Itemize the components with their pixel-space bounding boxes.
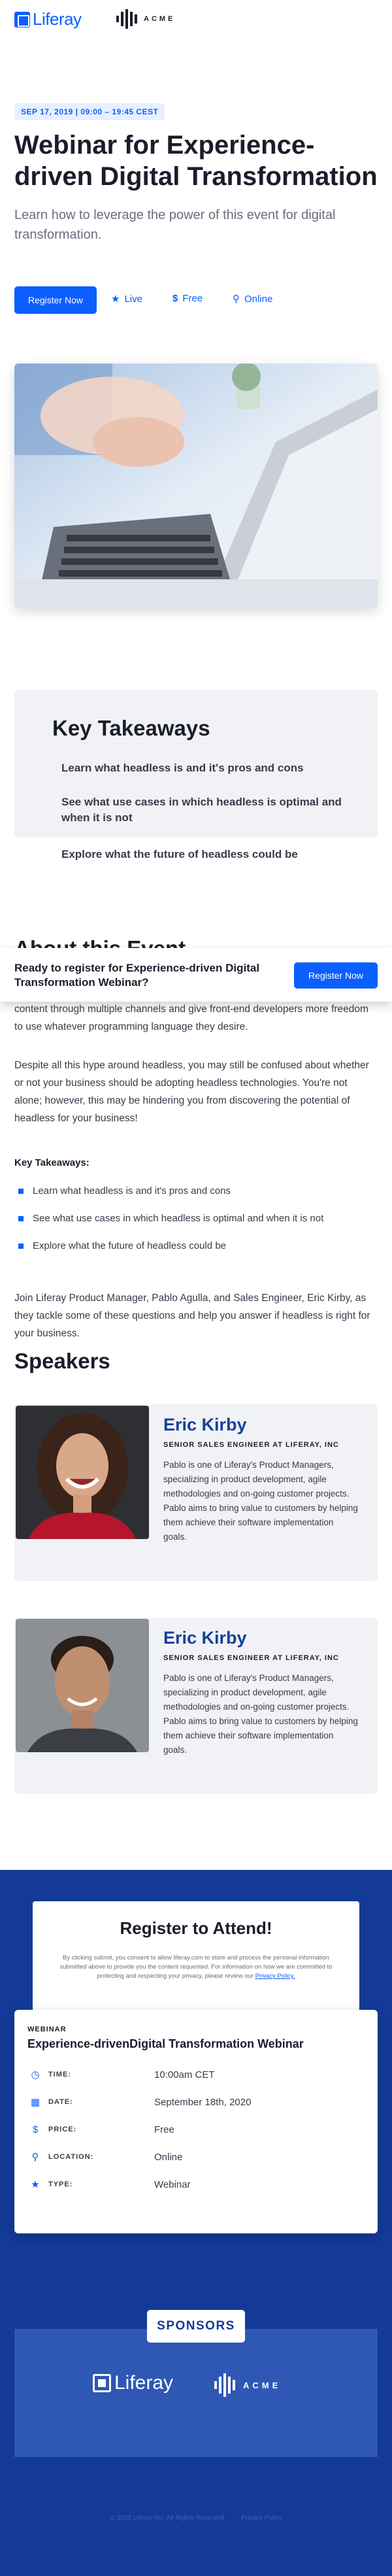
location-pin-icon: ⚲ [233, 294, 240, 305]
meta-free: $ Free [172, 293, 203, 304]
liferay-logo-mark-icon [14, 11, 30, 27]
meta-live: ★ Live [111, 293, 142, 305]
takeaway-item: See what use cases in which headless is … [61, 796, 342, 824]
list-item-text: Learn what headless is and it's pros and… [33, 1185, 231, 1196]
list-item-text: See what use cases in which headless is … [33, 1213, 324, 1224]
speaker-bio: Pablo is one of Liferay's Product Manage… [163, 1460, 358, 1542]
acme-logo[interactable]: ACME [116, 9, 175, 29]
liferay-logo[interactable]: Liferay [14, 9, 82, 29]
info-key: TYPE: [48, 2180, 73, 2188]
laptop-photo-illustration [14, 364, 378, 608]
acme-logo-text: ACME [144, 15, 176, 23]
sponsor-liferay-logo[interactable]: Liferay [93, 2372, 173, 2394]
speaker-role: SENIOR SALES ENGINEER AT LIFERAY, INC [163, 1654, 339, 1662]
list-item: See what use cases in which headless is … [18, 1213, 323, 1224]
sticky-register-question: Ready to register for Experience-driven … [14, 962, 260, 989]
info-key: PRICE: [48, 2126, 77, 2133]
hero-title: Webinar for Experience-driven Digital Tr… [14, 131, 378, 191]
list-item: Learn what headless is and it's pros and… [18, 1185, 231, 1196]
hero-subtitle: Learn how to leverage the power of this … [14, 208, 336, 242]
sponsors-title: SPONSORS [147, 2310, 245, 2343]
acme-bars-icon [214, 2373, 235, 2397]
footer: © 2020 Liferay Inc. All Rights Reserved … [0, 2515, 392, 2522]
about-paragraph: Despite all this hype around headless, y… [14, 1060, 369, 1124]
sticky-register-bar: Ready to register for Experience-driven … [0, 948, 392, 1002]
speaker-bio: Pablo is one of Liferay's Product Manage… [163, 1673, 358, 1755]
speaker-name[interactable]: Eric Kirby [163, 1628, 247, 1648]
list-item-text: Explore what the future of headless coul… [33, 1240, 227, 1251]
register-card: Register to Attend! By clicking submit, … [33, 1901, 359, 2011]
speaker-role: SENIOR SALES ENGINEER AT LIFERAY, INC [163, 1441, 339, 1449]
key-takeaways-panel: Key Takeaways Learn what headless is and… [14, 690, 378, 860]
bullet-square-icon [18, 1188, 24, 1194]
webinar-info-card: WEBINAR Experience-drivenDigital Transfo… [14, 2010, 378, 2233]
meta-online-label: Online [244, 293, 273, 305]
speaker-photo [16, 1619, 149, 1752]
liferay-logo-text: Liferay [33, 9, 82, 29]
footer-copyright: © 2020 Liferay Inc. All Rights Reserved [110, 2515, 224, 2522]
privacy-policy-link[interactable]: Privacy Policy. [255, 1973, 295, 1980]
webinar-title: Experience-drivenDigital Transformation … [27, 2037, 304, 2050]
meta-online: ⚲ Online [233, 293, 272, 305]
meta-free-label: Free [182, 293, 203, 304]
key-takeaways-title: Key Takeaways [52, 716, 210, 740]
info-key: DATE: [48, 2098, 73, 2106]
speaker-photo [16, 1406, 149, 1539]
speakers-title: Speakers [14, 1349, 110, 1373]
sticky-register-button[interactable]: Register Now [294, 962, 378, 989]
liferay-logo-mark-icon [93, 2374, 111, 2392]
list-item: Explore what the future of headless coul… [18, 1240, 226, 1251]
event-date-badge: SEP 17, 2019 | 09:00 – 19:45 CEST [14, 103, 165, 120]
info-value: 10:00am CET [154, 2069, 215, 2080]
webinar-label: WEBINAR [27, 2025, 67, 2033]
sponsors-panel [14, 2329, 378, 2457]
key-takeaways-label: Key Takeaways: [14, 1157, 90, 1168]
avatar [16, 1619, 149, 1752]
location-pin-icon: ⚲ [31, 2152, 39, 2163]
register-title: Register to Attend! [120, 1918, 272, 1938]
consent-text: By clicking submit, you consent to allow… [50, 1954, 342, 1981]
dollar-icon: $ [172, 293, 178, 304]
takeaway-item: Learn what headless is and it's pros and… [61, 762, 304, 774]
calendar-icon: ▦ [30, 2097, 41, 2108]
takeaway-item: Explore what the future of headless coul… [61, 848, 298, 860]
info-row-date: ▦ DATE: September 18th, 2020 [27, 2088, 365, 2116]
info-row-type: ★ TYPE: Webinar [27, 2171, 365, 2198]
clock-icon: ◷ [31, 2069, 40, 2080]
speaker-card: Eric Kirby SENIOR SALES ENGINEER AT LIFE… [14, 1404, 378, 1581]
footer-privacy-link[interactable]: Privacy Policy [241, 2515, 282, 2522]
about-paragraph: Join Liferay Product Manager, Pablo Agul… [14, 1293, 370, 1339]
info-value: Online [154, 2151, 183, 2163]
dollar-icon: $ [32, 2124, 39, 2135]
avatar [16, 1406, 149, 1539]
info-key: TIME: [48, 2071, 71, 2078]
sponsor-acme-text: ACME [243, 2380, 282, 2390]
meta-live-label: Live [124, 293, 142, 305]
info-value: Webinar [154, 2178, 191, 2190]
speaker-name[interactable]: Eric Kirby [163, 1415, 247, 1435]
info-row-price: $ PRICE: Free [27, 2116, 365, 2143]
star-icon: ★ [111, 294, 120, 305]
star-icon: ★ [31, 2179, 40, 2190]
info-value: September 18th, 2020 [154, 2096, 252, 2108]
sponsor-liferay-text: Liferay [114, 2372, 174, 2394]
register-now-button[interactable]: Register Now [14, 286, 97, 314]
info-row-location: ⚲ LOCATION: Online [27, 2143, 365, 2171]
sponsor-acme-logo[interactable]: ACME [214, 2373, 281, 2397]
hero-image [14, 364, 378, 608]
acme-bars-icon [116, 9, 137, 29]
info-key: LOCATION: [48, 2153, 94, 2161]
speaker-card: Eric Kirby SENIOR SALES ENGINEER AT LIFE… [14, 1618, 378, 1794]
bullet-square-icon [18, 1243, 24, 1249]
info-value: Free [154, 2124, 174, 2135]
bullet-square-icon [18, 1215, 24, 1221]
about-paragraph: content through multiple channels and gi… [14, 1004, 368, 1032]
info-row-time: ◷ TIME: 10:00am CET [27, 2061, 365, 2088]
